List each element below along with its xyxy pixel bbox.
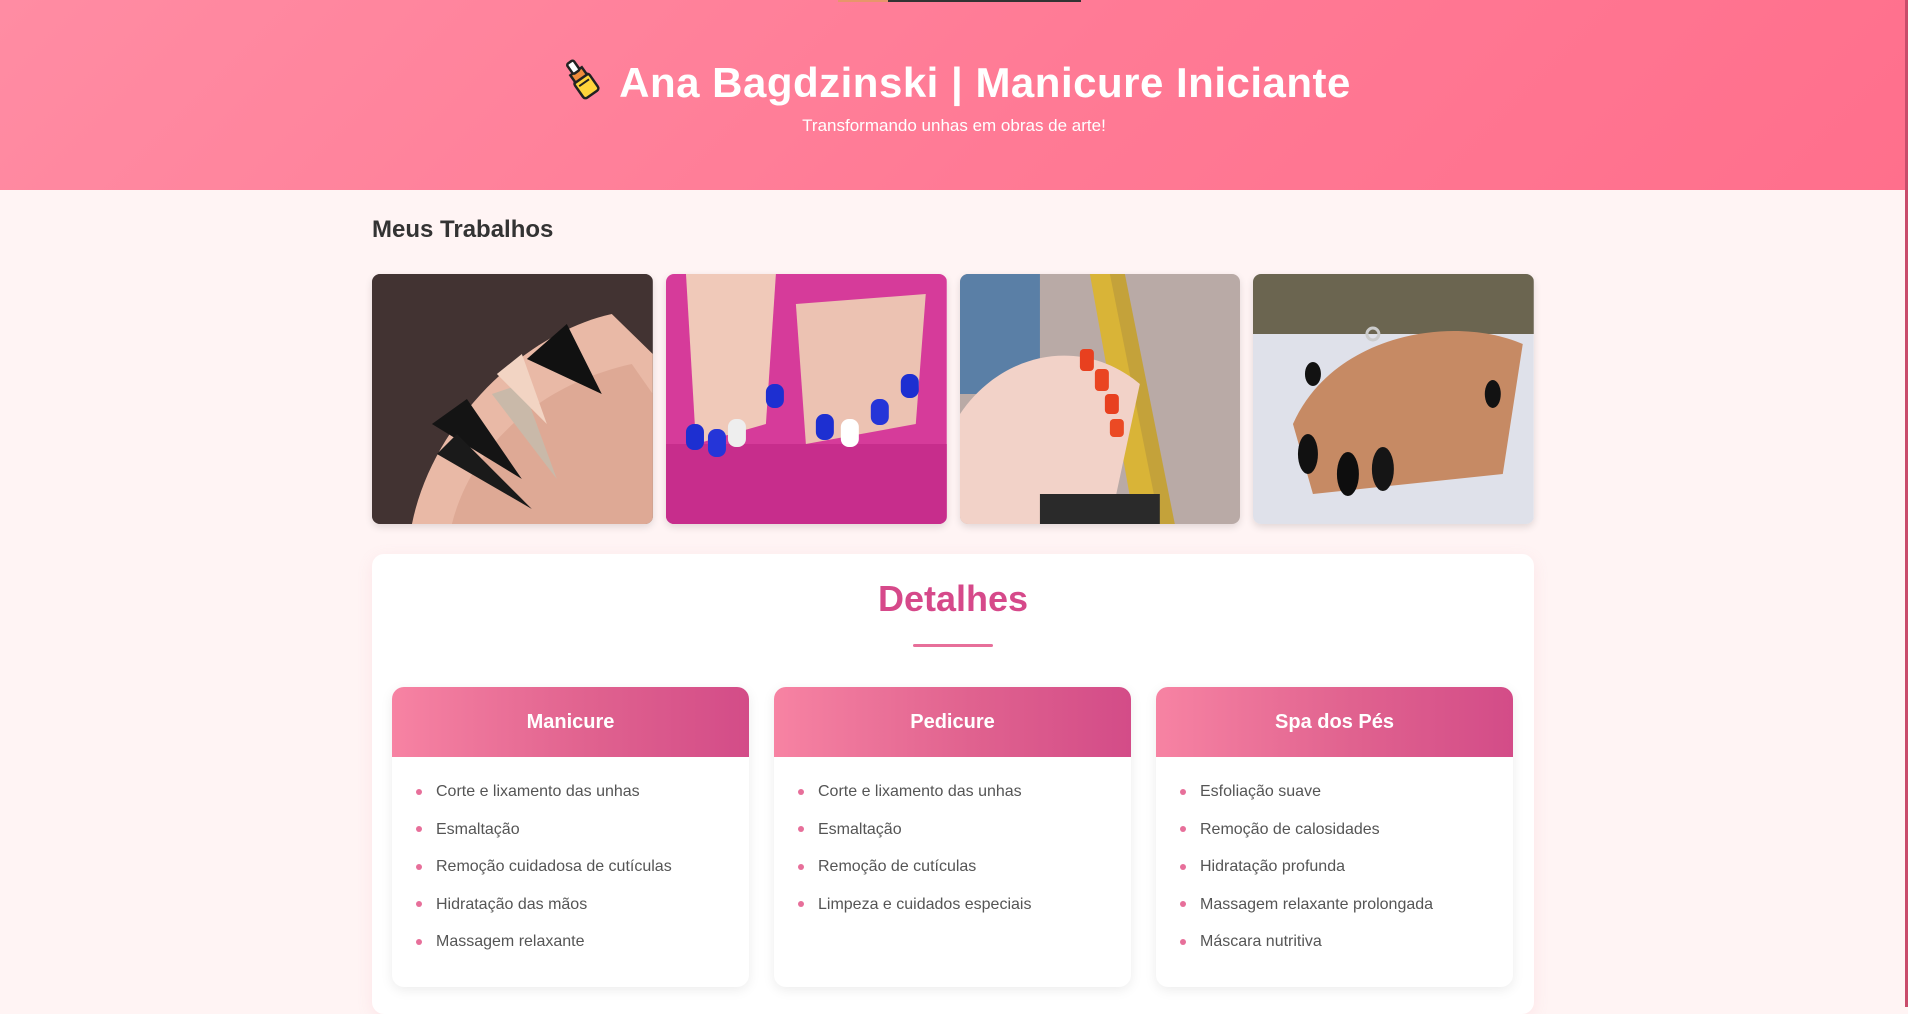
page-header: Ana Bagdzinski | Manicure Iniciante Tran… <box>0 0 1908 190</box>
bullet-icon <box>416 826 422 833</box>
page-subtitle: Transformando unhas em obras de arte! <box>802 116 1106 135</box>
service-items: Corte e lixamento das unhas Esmaltação R… <box>774 757 1131 923</box>
photo-blue-nails[interactable] <box>665 274 947 524</box>
service-items: Corte e lixamento das unhas Esmaltação R… <box>392 757 749 961</box>
list-item: Remoção cuidadosa de cutículas <box>416 848 749 886</box>
list-item: Hidratação profunda <box>1180 848 1513 886</box>
bullet-icon <box>798 826 804 833</box>
service-title: Pedicure <box>774 687 1131 757</box>
services-list: Manicure Corte e lixamento das unhas Esm… <box>372 687 1534 987</box>
top-decorative-strip <box>838 0 1081 2</box>
list-item: Remoção de calosidades <box>1180 811 1513 849</box>
list-item: Esfoliação suave <box>1180 773 1513 811</box>
bullet-icon <box>416 863 422 870</box>
bullet-icon <box>1180 863 1186 870</box>
service-card-spa-dos-pes: Spa dos Pés Esfoliação suave Remoção de … <box>1156 687 1513 987</box>
gallery-heading: Meus Trabalhos <box>372 216 554 243</box>
nail-polish-icon <box>557 56 605 109</box>
photo-gallery <box>372 274 1534 524</box>
header-title-row: Ana Bagdzinski | Manicure Iniciante <box>0 56 1908 109</box>
service-title: Manicure <box>392 687 749 757</box>
list-item: Esmaltação <box>416 811 749 849</box>
photo-black-almond-nails[interactable] <box>1253 274 1534 524</box>
list-item: Massagem relaxante prolongada <box>1180 886 1513 924</box>
list-item: Remoção de cutículas <box>798 848 1131 886</box>
bullet-icon <box>416 901 422 908</box>
page-title: Ana Bagdzinski | Manicure Iniciante <box>619 58 1351 106</box>
service-card-manicure: Manicure Corte e lixamento das unhas Esm… <box>392 687 749 987</box>
bullet-icon <box>1180 788 1186 795</box>
main-content: Meus Trabalhos Detalhes Manicure Corte e… <box>372 190 1534 1014</box>
bullet-icon <box>416 788 422 795</box>
bullet-icon <box>1180 938 1186 945</box>
details-underline <box>913 644 993 647</box>
service-items: Esfoliação suave Remoção de calosidades … <box>1156 757 1513 961</box>
bullet-icon <box>416 938 422 945</box>
bullet-icon <box>798 863 804 870</box>
list-item: Limpeza e cuidados especiais <box>798 886 1131 924</box>
service-card-pedicure: Pedicure Corte e lixamento das unhas Esm… <box>774 687 1131 987</box>
list-item: Esmaltação <box>798 811 1131 849</box>
list-item: Corte e lixamento das unhas <box>416 773 749 811</box>
details-card: Detalhes Manicure Corte e lixamento das … <box>372 554 1534 1014</box>
service-title: Spa dos Pés <box>1156 687 1513 757</box>
list-item: Massagem relaxante <box>416 923 749 961</box>
photo-black-stiletto-nails[interactable] <box>372 274 653 524</box>
photo-orange-nails[interactable] <box>959 274 1241 524</box>
list-item: Corte e lixamento das unhas <box>798 773 1131 811</box>
bullet-icon <box>1180 901 1186 908</box>
list-item: Máscara nutritiva <box>1180 923 1513 961</box>
bullet-icon <box>798 901 804 908</box>
details-title: Detalhes <box>877 578 1029 619</box>
bullet-icon <box>1180 826 1186 833</box>
list-item: Hidratação das mãos <box>416 886 749 924</box>
bullet-icon <box>798 788 804 795</box>
